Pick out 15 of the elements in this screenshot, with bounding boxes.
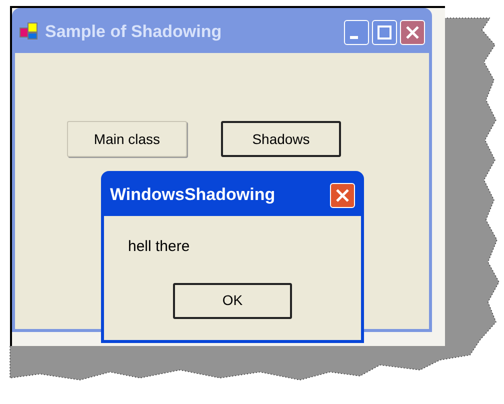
close-icon xyxy=(335,188,350,202)
push-button[interactable]: Shadows xyxy=(221,121,341,157)
push-button[interactable]: OK xyxy=(173,282,292,318)
window-title: Sample of Shadowing xyxy=(45,21,223,44)
close-button[interactable] xyxy=(400,20,425,44)
maximize-button[interactable] xyxy=(372,20,397,44)
close-button[interactable] xyxy=(330,182,355,208)
minimize-icon xyxy=(350,36,358,38)
dialog-title: WindowsShadowing xyxy=(110,184,276,206)
minimize-button[interactable] xyxy=(344,20,369,44)
message-text: hell there xyxy=(127,237,191,257)
push-button[interactable]: Main class xyxy=(67,121,187,157)
maximize-icon xyxy=(377,24,392,40)
app-icon xyxy=(19,22,39,42)
close-icon xyxy=(405,24,420,40)
